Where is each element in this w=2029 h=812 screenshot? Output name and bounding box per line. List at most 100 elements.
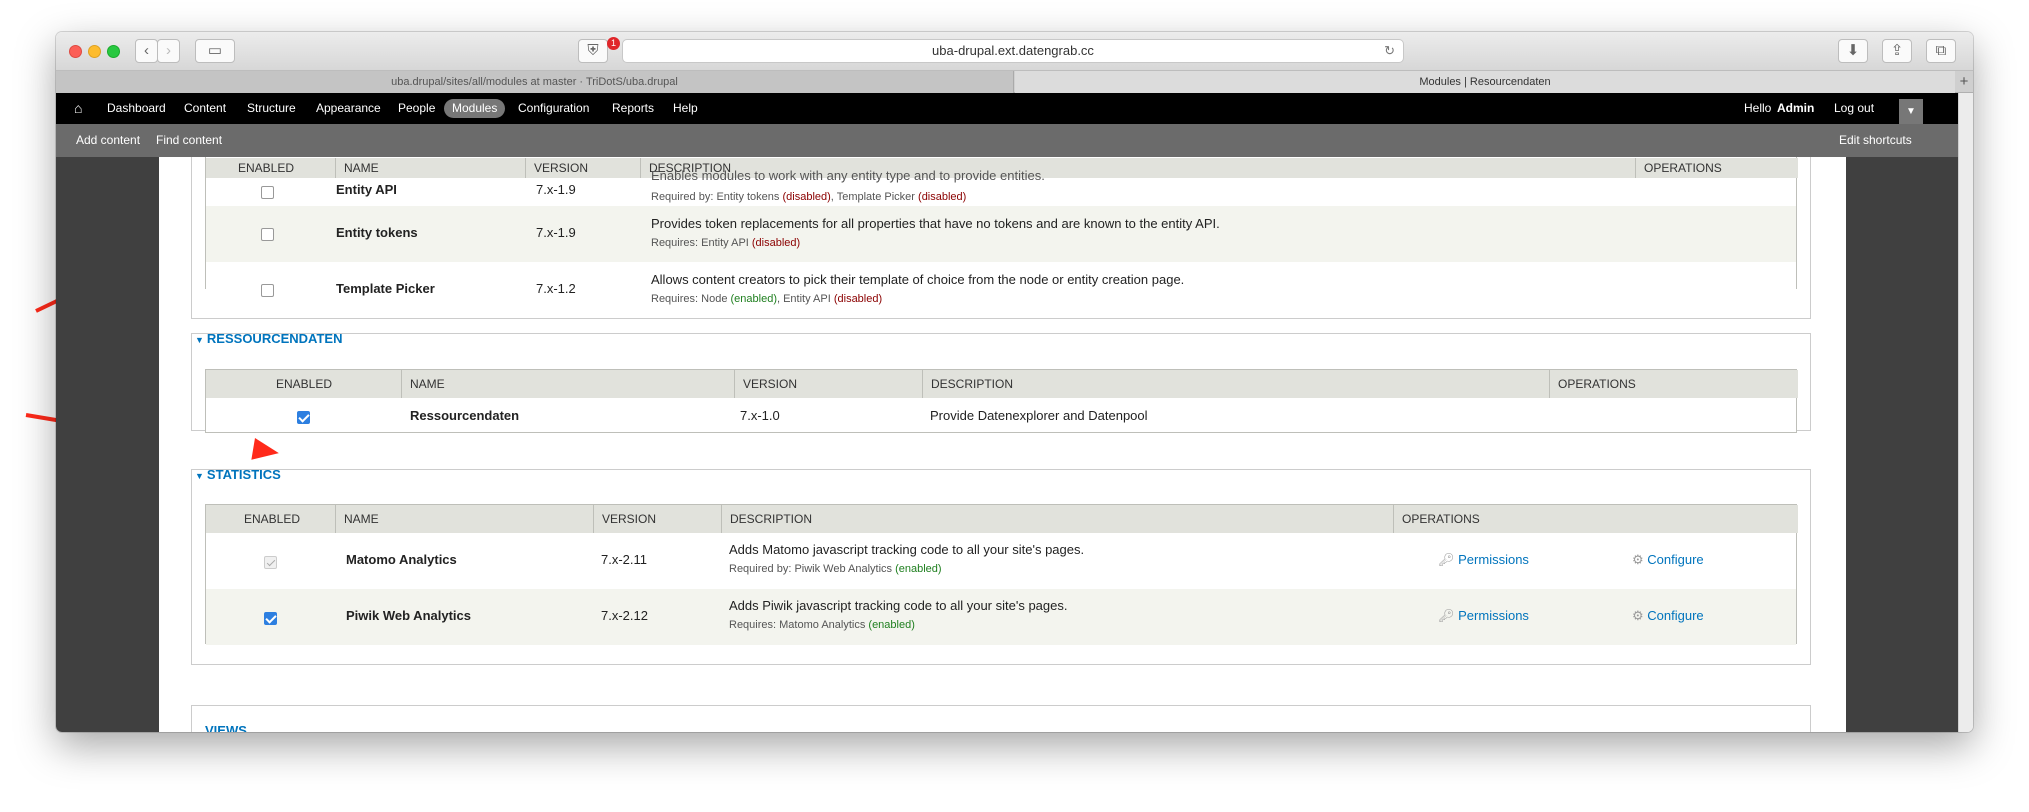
enable-checkbox[interactable]: [264, 612, 277, 625]
enable-checkbox[interactable]: [261, 284, 274, 297]
module-deps: Requires: Matomo Analytics (enabled): [729, 619, 915, 631]
deps-label: Required by:: [729, 563, 795, 575]
toolbar-people[interactable]: People: [398, 93, 435, 124]
module-version: 7.x-1.0: [740, 408, 780, 423]
module-desc: Provide Datenexplorer and Datenpool: [930, 408, 1148, 423]
address-bar[interactable]: uba-drupal.ext.datengrab.cc ↻: [622, 39, 1404, 63]
dependency-item: , Entity API: [776, 293, 834, 305]
dependency-item: (enabled): [868, 619, 915, 631]
browser-titlebar: ‹ › ▭ ⛨ 1 uba-drupal.ext.datengrab.cc ↻ …: [56, 32, 1973, 71]
module-desc: Enables modules to work with any entity …: [651, 168, 1045, 183]
sidebar-toggle-button[interactable]: ▭: [195, 39, 235, 63]
dependency-item: Entity tokens: [716, 191, 783, 203]
configure-link[interactable]: ⚙ Configure: [1632, 608, 1704, 624]
module-deps: Required by: Piwik Web Analytics (enable…: [729, 563, 942, 575]
annotation-arrowhead-checkbox: [251, 438, 281, 464]
tab-github[interactable]: uba.drupal/sites/all/modules at master ·…: [56, 71, 1014, 93]
table-row: Piwik Web Analytics 7.x-2.12 Adds Piwik …: [206, 589, 1796, 645]
deps-label: Requires:: [729, 619, 780, 631]
enable-checkbox-locked: [264, 556, 277, 569]
col-version: VERSION: [594, 505, 722, 533]
col-enabled: ENABLED: [206, 370, 402, 398]
table-row: Matomo Analytics 7.x-2.11 Adds Matomo ja…: [206, 533, 1796, 589]
dependency-item: (enabled): [895, 563, 942, 575]
module-version: 7.x-2.12: [601, 608, 648, 623]
table-row: Entity tokens 7.x-1.9 Provides token rep…: [206, 206, 1796, 262]
permissions-link[interactable]: 🔑︎ Permissions: [1438, 552, 1529, 568]
show-tabs-button[interactable]: ⧉: [1926, 39, 1956, 63]
toolbar-structure[interactable]: Structure: [247, 93, 296, 124]
toolbar-help[interactable]: Help: [673, 93, 698, 124]
col-version: VERSION: [735, 370, 923, 398]
privacy-shield-button[interactable]: ⛨: [578, 39, 608, 63]
enable-checkbox[interactable]: [261, 186, 274, 199]
statistics-table: ENABLED NAME VERSION DESCRIPTION OPERATI…: [205, 504, 1798, 645]
forward-button[interactable]: ›: [157, 39, 180, 63]
module-name: Matomo Analytics: [346, 552, 457, 567]
module-version: 7.x-1.9: [536, 182, 576, 197]
close-window-button[interactable]: [69, 45, 82, 58]
module-name: Ressourcendaten: [410, 408, 520, 423]
home-icon[interactable]: ⌂: [74, 93, 82, 124]
enable-checkbox[interactable]: [297, 411, 310, 424]
ressourcendaten-table: ENABLED NAME VERSION DESCRIPTION OPERATI…: [205, 369, 1798, 433]
zoom-window-button[interactable]: [107, 45, 120, 58]
toolbar-configuration[interactable]: Configuration: [518, 93, 589, 124]
col-name: NAME: [402, 370, 735, 398]
col-version: VERSION: [526, 158, 641, 178]
col-enabled: ENABLED: [206, 505, 336, 533]
section-title-views[interactable]: VIEWS: [205, 723, 247, 732]
back-button[interactable]: ‹: [135, 39, 158, 63]
module-deps: Requires: Node (enabled), Entity API (di…: [651, 293, 882, 305]
logout-link[interactable]: Log out: [1834, 93, 1874, 124]
section-title-statistics[interactable]: ▼ STATISTICS: [195, 467, 281, 482]
col-operations: OPERATIONS: [1394, 505, 1798, 533]
page-scrollbar[interactable]: [1958, 93, 1973, 732]
table-row: Entity API 7.x-1.9 Enables modules to wo…: [206, 168, 1796, 206]
section-title-ressourcendaten[interactable]: ▼ RESSOURCENDATEN: [195, 331, 342, 346]
col-description: DESCRIPTION: [722, 505, 1394, 533]
privacy-badge: 1: [607, 37, 620, 50]
configure-link[interactable]: ⚙ Configure: [1632, 552, 1704, 568]
shortcuts-bar: Add content Find content Edit shortcuts: [56, 124, 1958, 157]
user-link[interactable]: Admin: [1777, 93, 1814, 124]
share-button[interactable]: ⇪: [1882, 39, 1912, 63]
downloads-button[interactable]: ⬇: [1838, 39, 1868, 63]
toolbar-appearance[interactable]: Appearance: [316, 93, 381, 124]
dependency-item: (disabled): [833, 293, 883, 305]
edit-shortcuts-link[interactable]: Edit shortcuts: [1839, 124, 1912, 157]
shortcut-add-content[interactable]: Add content: [76, 124, 140, 157]
module-version: 7.x-2.11: [601, 552, 648, 567]
toolbar-modules[interactable]: Modules: [444, 99, 506, 118]
tab-bar: uba.drupal/sites/all/modules at master ·…: [56, 71, 1973, 93]
module-name: Entity API: [336, 182, 397, 197]
module-name: Template Picker: [336, 281, 435, 296]
module-deps: Requires: Entity API (disabled): [651, 237, 800, 249]
toolbar-dashboard[interactable]: Dashboard: [107, 93, 166, 124]
toolbar-reports[interactable]: Reports: [612, 93, 654, 124]
permissions-link[interactable]: 🔑︎ Permissions: [1438, 608, 1529, 624]
module-deps: Required by: Entity tokens (disabled), T…: [651, 191, 966, 203]
enable-checkbox[interactable]: [261, 228, 274, 241]
tab-modules[interactable]: Modules | Resourcendaten: [1015, 71, 1955, 93]
admin-toolbar: ⌂ Dashboard Content Structure Appearance…: [56, 93, 1958, 124]
dependency-item: Entity API: [701, 237, 752, 249]
dependency-item: Piwik Web Analytics: [794, 563, 896, 575]
toolbar-drawer-toggle[interactable]: ▼: [1899, 99, 1923, 124]
reload-icon[interactable]: ↻: [1384, 40, 1395, 62]
col-enabled: ENABLED: [206, 158, 336, 178]
other-modules-table: ENABLED NAME VERSION DESCRIPTION OPERATI…: [205, 157, 1798, 318]
shortcut-find-content[interactable]: Find content: [156, 124, 222, 157]
dependency-item: (enabled): [730, 293, 777, 305]
module-desc: Adds Piwik javascript tracking code to a…: [729, 598, 1068, 613]
browser-window: ‹ › ▭ ⛨ 1 uba-drupal.ext.datengrab.cc ↻ …: [56, 32, 1973, 732]
dependency-item: (disabled): [751, 237, 801, 249]
deps-label: Requires:: [651, 237, 702, 249]
deps-label: Requires:: [651, 293, 702, 305]
new-tab-button[interactable]: +: [1955, 71, 1973, 93]
toolbar-content[interactable]: Content: [184, 93, 226, 124]
table-row: Template Picker 7.x-1.2 Allows content c…: [206, 262, 1796, 318]
dependency-item: , Template Picker: [830, 191, 919, 203]
minimize-window-button[interactable]: [88, 45, 101, 58]
page-background-left: [56, 157, 159, 732]
